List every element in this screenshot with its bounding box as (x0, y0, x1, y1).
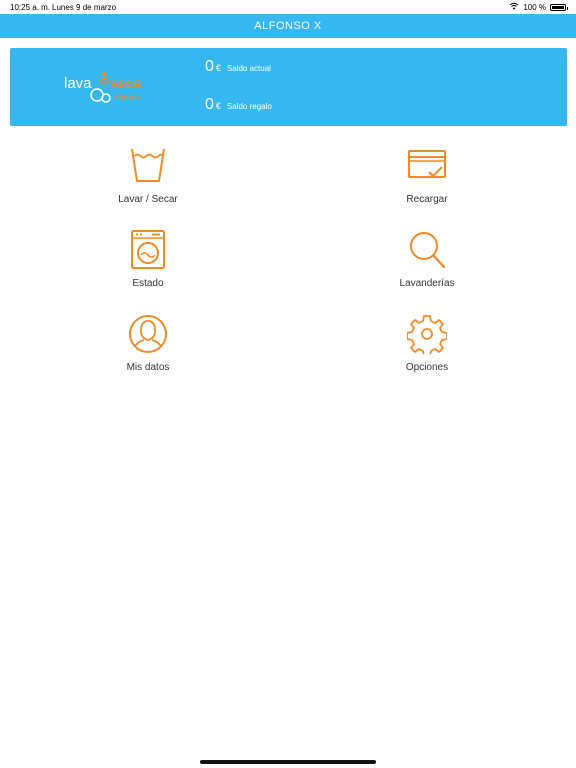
menu-my-data-button[interactable]: Mis datos (48, 314, 248, 384)
menu-my-data-label: Mis datos (126, 362, 170, 373)
menu-laundries-button[interactable]: Lavanderías (327, 230, 527, 300)
washing-machine-icon (128, 230, 168, 270)
battery-percent: 100 % (523, 2, 546, 12)
status-bar: 10:25 a. m. Lunes 9 de marzo 100 % (0, 0, 576, 14)
menu-status-button[interactable]: Estado (48, 230, 248, 300)
menu-options-button[interactable]: Opciones (327, 314, 527, 384)
status-time: 10:25 a. m. (10, 3, 51, 12)
page-title: ALFONSO X (254, 20, 322, 32)
balance-gift-currency: € (215, 101, 221, 111)
svg-text:seca: seca (110, 75, 141, 91)
svg-text:exp: exp (114, 94, 125, 101)
user-profile-icon (128, 314, 168, 354)
menu-laundries-label: Lavanderías (399, 278, 455, 289)
balance-actual-currency: € (215, 63, 221, 73)
menu-status-label: Estado (132, 278, 164, 289)
wash-basin-icon (128, 146, 168, 186)
balance-gift-label: Saldo regalo (226, 102, 272, 111)
svg-text:ress: ress (127, 94, 141, 101)
svg-text:lava: lava (64, 75, 92, 92)
home-indicator[interactable] (200, 760, 376, 764)
lavaseca-logo: lava seca exp ress (62, 62, 162, 112)
header-bar: ALFONSO X (0, 14, 576, 38)
status-right: 100 % (509, 2, 568, 12)
menu-wash-label: Lavar / Secar (118, 194, 178, 205)
wifi-icon (509, 2, 519, 12)
balance-card: lava seca exp ress 0 € Saldo actual 0 € … (10, 48, 567, 126)
menu-recharge-button[interactable]: Recargar (327, 146, 527, 216)
app-screen: 10:25 a. m. Lunes 9 de marzo 100 % ALFON… (0, 0, 576, 768)
balance-actual: 0 € Saldo actual (205, 58, 271, 76)
credit-card-check-icon (407, 146, 447, 186)
gear-icon (406, 314, 448, 357)
balance-actual-amount: 0 (205, 58, 214, 75)
menu-recharge-label: Recargar (406, 194, 448, 205)
status-date: Lunes 9 de marzo (52, 3, 117, 12)
battery-icon (550, 3, 568, 11)
menu-wash-button[interactable]: Lavar / Secar (48, 146, 248, 216)
balance-actual-label: Saldo actual (226, 64, 271, 73)
search-icon (407, 230, 447, 270)
menu-options-label: Opciones (405, 362, 449, 373)
balance-gift-amount: 0 (205, 96, 214, 113)
balance-gift: 0 € Saldo regalo (205, 96, 272, 114)
